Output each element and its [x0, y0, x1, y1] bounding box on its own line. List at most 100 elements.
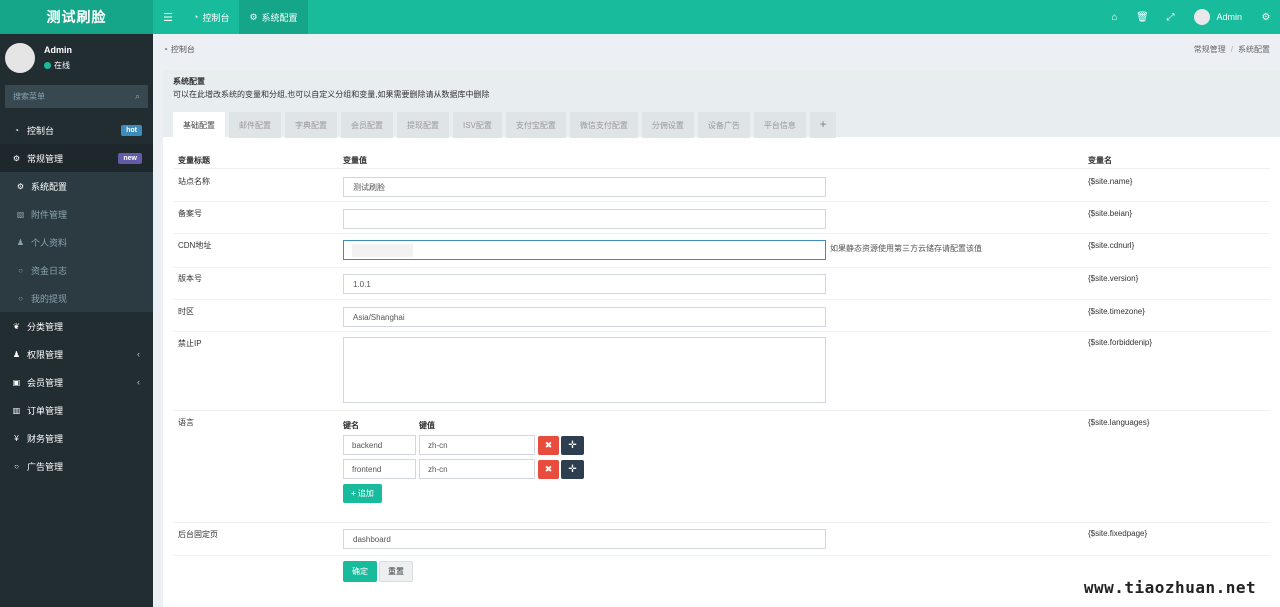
sidebar-item-config[interactable]: ⚙ 系统配置 — [0, 172, 153, 200]
tab-commission[interactable]: 分佣设置 — [641, 112, 694, 138]
sidebar-item-label: 权限管理 — [27, 349, 64, 360]
reset-button[interactable]: 重置 — [379, 561, 413, 582]
kv-value-input[interactable]: zh-cn — [419, 459, 535, 479]
sidebar-item-label: 我的提现 — [31, 293, 68, 304]
app-logo[interactable]: 测试刷脸 — [0, 0, 153, 34]
group-icon: ♟ — [12, 349, 21, 359]
row-var-name: {$site.languages} — [1088, 418, 1150, 427]
site-name-input[interactable]: 测试刷脸 — [343, 177, 826, 197]
breadcrumb-item[interactable]: 常规管理 — [1194, 45, 1226, 54]
tab-platform[interactable]: 平台信息 — [753, 112, 806, 138]
kv-value-header: 键值 — [419, 421, 435, 430]
sidebar-user-name: Admin — [44, 45, 72, 55]
top-tab-label: 系统配置 — [261, 12, 298, 23]
tab-isv[interactable]: ISV配置 — [453, 112, 502, 138]
row-var-name: {$site.name} — [1088, 177, 1133, 186]
sidebar-item-general[interactable]: ⚙ 常规管理 new — [0, 144, 153, 172]
sidebar-item-label: 附件管理 — [31, 209, 68, 220]
tab-basic[interactable]: 基础配置 — [173, 112, 225, 138]
row-label: 时区 — [178, 307, 194, 316]
kv-value-input[interactable]: zh-cn — [419, 435, 535, 455]
settings-cogs-icon[interactable]: ⚙ — [1252, 0, 1280, 34]
table-row: 后台固定页 dashboard {$site.fixedpage} — [173, 522, 1270, 555]
search-icon[interactable]: ⌕ — [135, 91, 140, 102]
tab-dictionary[interactable]: 字典配置 — [285, 112, 337, 138]
page-title: 系统配置 — [173, 77, 205, 86]
cdn-url-input[interactable] — [343, 240, 826, 260]
trash-icon[interactable]: 🗑 — [1128, 0, 1156, 34]
panel-heading: 系统配置 可以在此增改系统的变量和分组,也可以自定义分组和变量,如果需要删除请从… — [163, 70, 1280, 138]
sidebar-item-order[interactable]: ▥ 订单管理 — [0, 396, 153, 424]
table-header: 变量标题 变量值 变量名 — [173, 137, 1270, 168]
version-input[interactable]: 1.0.1 — [343, 274, 826, 294]
top-tab-config[interactable]: ⚙ 系统配置 — [239, 0, 308, 34]
fullscreen-icon[interactable]: ⤢ — [1156, 0, 1184, 34]
leaf-icon: ❦ — [13, 321, 20, 331]
sidebar-item-label: 常规管理 — [27, 153, 64, 164]
sidebar-toggle-icon[interactable]: ☰ — [153, 0, 183, 34]
sidebar-item-attachment[interactable]: ▧ 附件管理 — [0, 200, 153, 228]
sidebar-item-fundlog[interactable]: ○ 资金日志 — [0, 256, 153, 284]
header-title: 变量标题 — [178, 156, 210, 165]
gear-icon: ⚙ — [16, 181, 25, 191]
table-row: 版本号 1.0.1 {$site.version} — [173, 267, 1270, 299]
circle-icon: ○ — [14, 461, 19, 471]
home-icon[interactable]: ⌂ — [1100, 0, 1128, 34]
row-var-name: {$site.timezone} — [1088, 307, 1145, 316]
sidebar-item-dashboard[interactable]: ◔ 控制台 hot — [0, 116, 153, 144]
kv-key-input[interactable]: backend — [343, 435, 416, 455]
avatar — [1194, 9, 1211, 25]
blurred-value — [352, 244, 413, 257]
kv-key-input[interactable]: frontend — [343, 459, 416, 479]
append-button[interactable]: + 追加 — [343, 484, 382, 503]
breadcrumb-home[interactable]: 控制台 — [171, 44, 195, 55]
sidebar-item-finance[interactable]: ¥ 财务管理 — [0, 424, 153, 452]
config-panel: 系统配置 可以在此增改系统的变量和分组,也可以自定义分组和变量,如果需要删除请从… — [163, 70, 1280, 607]
row-label: 备案号 — [178, 209, 202, 218]
menu-search-input[interactable] — [13, 92, 135, 101]
tab-device-ads[interactable]: 设备广告 — [697, 112, 750, 138]
tab-alipay[interactable]: 支付宝配置 — [505, 112, 566, 138]
table-row: 语言 键名 键值 backend zh-cn ✖ ✛ frontend zh-c… — [173, 410, 1270, 522]
user-menu[interactable]: Admin — [1184, 0, 1252, 34]
append-label: 追加 — [357, 489, 374, 498]
row-label: CDN地址 — [178, 241, 212, 250]
sidebar-item-profile[interactable]: ♟ 个人资料 — [0, 228, 153, 256]
timezone-input[interactable]: Asia/Shanghai — [343, 307, 826, 327]
top-tab-dashboard[interactable]: ◔ 控制台 — [183, 0, 239, 34]
tab-withdraw[interactable]: 提现配置 — [397, 112, 449, 138]
row-label: 版本号 — [178, 274, 202, 283]
sidebar-item-withdraw[interactable]: ○ 我的提现 — [0, 284, 153, 312]
dashboard-icon: ◔ — [163, 44, 168, 54]
tab-email[interactable]: 邮件配置 — [229, 112, 281, 138]
remove-row-button[interactable]: ✖ — [538, 460, 559, 479]
chevron-left-icon: ‹ — [137, 377, 140, 387]
drag-handle-button[interactable]: ✛ — [561, 460, 584, 479]
watermark: www.tiaozhuan.net — [1070, 573, 1270, 602]
header-value: 变量值 — [343, 156, 367, 165]
sidebar-item-ads[interactable]: ○ 广告管理 — [0, 452, 153, 480]
tab-wechatpay[interactable]: 微信支付配置 — [569, 112, 638, 138]
drag-handle-button[interactable]: ✛ — [561, 436, 584, 455]
sidebar-item-label: 资金日志 — [31, 265, 68, 276]
online-dot-icon — [44, 62, 51, 69]
sidebar-item-auth[interactable]: ♟ 权限管理 ‹ — [0, 340, 153, 368]
circle-icon: ○ — [18, 265, 23, 275]
submit-button[interactable]: 确定 — [343, 561, 377, 582]
sidebar-item-member[interactable]: ▣ 会员管理 ‹ — [0, 368, 153, 396]
fixedpage-input[interactable]: dashboard — [343, 529, 826, 549]
sidebar-item-label: 会员管理 — [27, 377, 64, 388]
remove-row-button[interactable]: ✖ — [538, 436, 559, 455]
sidebar-item-category[interactable]: ❦ 分类管理 — [0, 312, 153, 340]
sidebar-item-label: 订单管理 — [27, 405, 64, 416]
hot-badge: hot — [121, 124, 142, 136]
tab-add-group[interactable]: + — [809, 112, 837, 138]
beian-input[interactable] — [343, 209, 826, 229]
sidebar-item-label: 财务管理 — [27, 433, 64, 444]
cdn-help-text: 如果静态资源使用第三方云储存请配置该值 — [830, 244, 982, 253]
top-tab-label: 控制台 — [202, 12, 230, 23]
tab-member[interactable]: 会员配置 — [341, 112, 393, 138]
gear-icon: ⚙ — [249, 11, 258, 22]
forbidden-ip-textarea[interactable] — [343, 337, 826, 403]
user-name: Admin — [1216, 12, 1242, 22]
